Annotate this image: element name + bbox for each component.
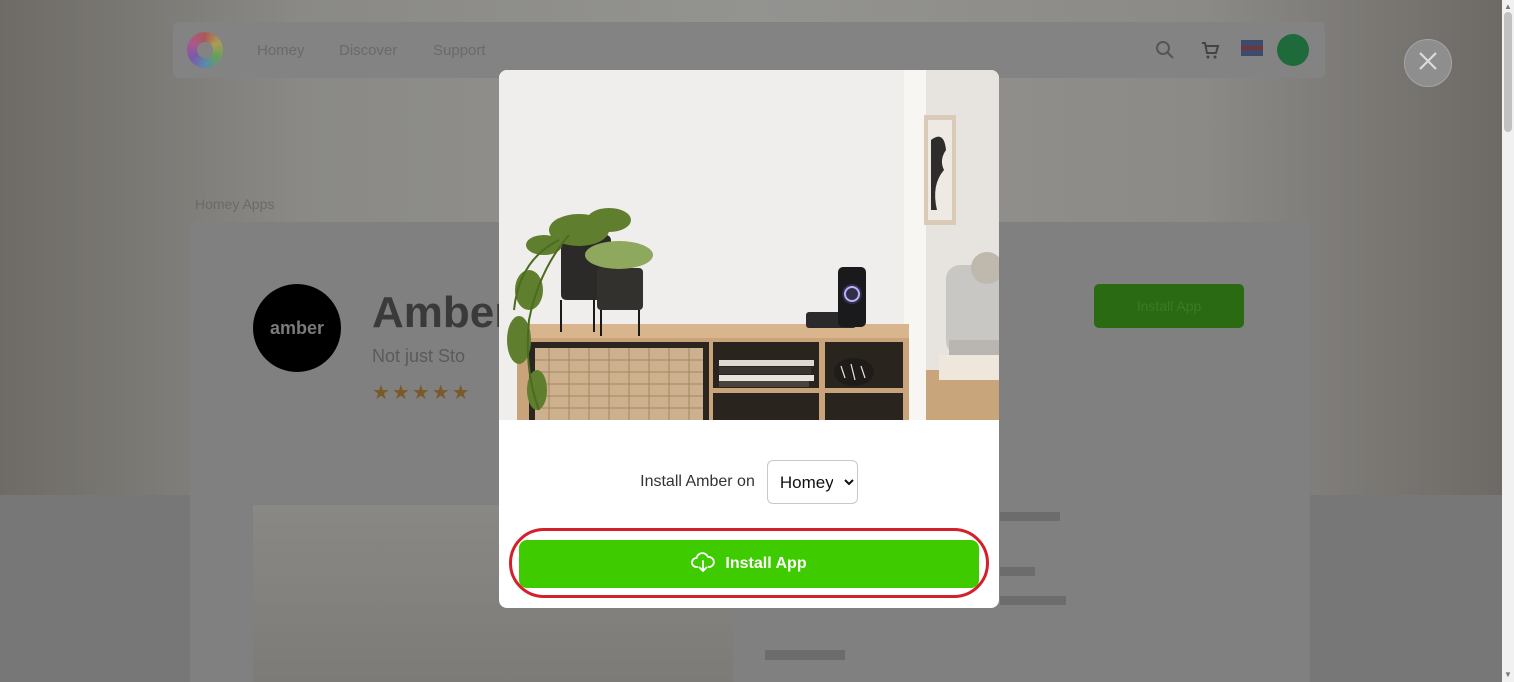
platform-select[interactable]: Homey xyxy=(766,460,858,504)
app-logo: amber xyxy=(253,284,341,372)
page-scrollbar[interactable]: ▲ ▼ xyxy=(1502,0,1514,682)
close-button[interactable] xyxy=(1404,39,1452,87)
background-text-line xyxy=(765,650,845,660)
nav-link-support[interactable]: Support xyxy=(433,42,486,59)
app-title: Amber xyxy=(372,288,512,337)
scroll-down-icon[interactable]: ▼ xyxy=(1504,670,1512,679)
homey-logo[interactable] xyxy=(187,32,223,68)
flag-icon[interactable] xyxy=(1241,40,1263,61)
cloud-download-icon xyxy=(691,551,716,578)
scroll-up-icon[interactable]: ▲ xyxy=(1504,2,1512,11)
close-icon xyxy=(1417,50,1439,77)
cart-icon[interactable] xyxy=(1200,40,1220,65)
nav-link-homey[interactable]: Homey xyxy=(257,42,305,59)
breadcrumb[interactable]: Homey Apps xyxy=(195,196,274,212)
search-icon[interactable] xyxy=(1155,40,1175,65)
install-target-row: Install Amber on Homey xyxy=(499,460,999,504)
install-app-button[interactable]: Install App xyxy=(519,540,979,588)
install-target-label: Install Amber on xyxy=(640,473,755,490)
rating-stars: ★★★★★ xyxy=(372,382,472,404)
app-subtitle: Not just Sto xyxy=(372,346,466,366)
install-modal: Install Amber on Homey Install App xyxy=(499,70,999,608)
nav-link-discover[interactable]: Discover xyxy=(339,42,397,59)
background-text-line xyxy=(1000,567,1035,576)
user-avatar[interactable] xyxy=(1277,34,1309,66)
scrollbar-thumb[interactable] xyxy=(1504,12,1512,132)
background-text-line xyxy=(1000,512,1060,521)
install-app-label: Install App xyxy=(725,555,807,572)
background-text-line xyxy=(1000,596,1066,605)
living-room-image xyxy=(499,70,999,420)
background-install-button[interactable]: Install App xyxy=(1094,284,1244,328)
